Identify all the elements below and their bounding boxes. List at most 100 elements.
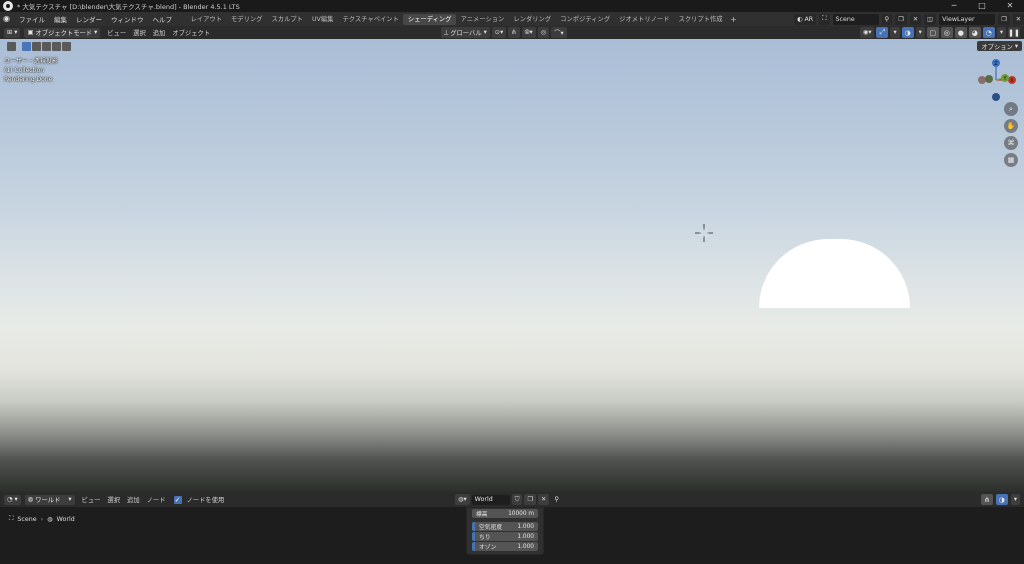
navigation-gizmo[interactable]: Z X Y xyxy=(976,59,1020,105)
select-intersect-icon[interactable] xyxy=(62,42,71,51)
blender-logo-icon xyxy=(3,1,13,11)
snap-toggle[interactable]: ⋔ xyxy=(980,494,993,505)
scene-pin-button[interactable]: ⚲ xyxy=(881,13,893,25)
minimize-button[interactable]: ─ xyxy=(940,0,968,12)
tab-animation[interactable]: アニメーション xyxy=(456,14,509,25)
shader-node-editor[interactable]: ⛶ Scene › ◍ World 標高 10000 m 空気密度 1.000 … xyxy=(0,507,1024,564)
world-pin-button[interactable]: ⚲ xyxy=(551,494,562,505)
menu-object[interactable]: オブジェクト xyxy=(172,28,210,37)
gizmo-neg-z-icon[interactable] xyxy=(992,93,1000,101)
ozone-density-field[interactable]: オゾン 1.000 xyxy=(472,542,538,551)
3d-viewport[interactable]: ユーザー・透視投影 (1) Collection Rendering Done … xyxy=(0,39,1024,492)
maximize-button[interactable]: □ xyxy=(968,0,996,12)
snap-dropdown[interactable]: ⦾▾ xyxy=(521,27,536,38)
shading-material-button[interactable]: ◕ xyxy=(968,27,981,38)
tab-modeling[interactable]: モデリング xyxy=(226,14,266,25)
shader-context-dropdown[interactable]: ◍ ワールド ▾ xyxy=(24,494,75,505)
gizmo-toggle[interactable]: ⤢ xyxy=(876,27,889,38)
editor-type-button[interactable]: ◔ ▾ xyxy=(4,494,21,505)
menu-node[interactable]: ノード xyxy=(147,495,166,504)
menu-view[interactable]: ビュー xyxy=(107,28,126,37)
use-nodes-checkbox[interactable]: ✓ xyxy=(173,495,182,504)
world-copy-button[interactable]: ❐ xyxy=(524,494,537,505)
overlay-toggle[interactable]: ◑ xyxy=(901,27,914,38)
orientation-dropdown[interactable]: ⟂ グローバル ▾ xyxy=(441,27,490,38)
shading-rendered-button[interactable]: ◔ xyxy=(982,27,995,38)
menu-select[interactable]: 選択 xyxy=(133,28,146,37)
dust-density-field[interactable]: ちり 1.000 xyxy=(472,532,538,541)
editor-type-button[interactable]: ⊞ ▾ xyxy=(4,27,21,38)
world-fake-user-button[interactable]: ⛉ xyxy=(511,494,523,505)
gizmo-neg-y-icon[interactable] xyxy=(985,75,993,83)
viewlayer-copy-button[interactable]: ❐ xyxy=(998,13,1010,25)
scene-type-button[interactable]: ⛶ xyxy=(819,13,830,25)
scene-delete-button[interactable]: ✕ xyxy=(909,13,922,25)
close-icon: ✕ xyxy=(1015,15,1021,23)
shading-wireframe-button[interactable]: ◎ xyxy=(940,27,953,38)
viewlayer-name-field[interactable]: ViewLayer xyxy=(939,13,996,25)
camera-view-icon[interactable]: ⌘ xyxy=(1004,136,1018,150)
world-browse-button[interactable]: ◍▾ xyxy=(455,494,470,505)
dust-density-label: ちり xyxy=(479,535,491,541)
sky-texture-node[interactable]: 標高 10000 m 空気密度 1.000 ちり 1.000 オゾン 1.000 xyxy=(466,507,544,555)
tab-layout[interactable]: レイアウト xyxy=(186,14,226,25)
menu-add[interactable]: 追加 xyxy=(127,495,140,504)
tab-shading[interactable]: シェーディング xyxy=(403,13,457,25)
xray-toggle[interactable]: ▢ xyxy=(926,27,939,38)
gizmo-neg-x-icon[interactable] xyxy=(978,76,986,84)
blender-menu-icon[interactable]: ◉ xyxy=(3,14,15,24)
world-name-field[interactable]: World xyxy=(471,494,510,505)
scene-copy-button[interactable]: ❐ xyxy=(895,13,907,25)
gizmo-x-label: X xyxy=(1010,78,1014,84)
options-dropdown[interactable]: オプション ▾ xyxy=(977,41,1022,51)
zoom-icon[interactable]: ⌕ xyxy=(1004,102,1018,116)
menu-select[interactable]: 選択 xyxy=(107,495,120,504)
sidebar-toggle[interactable]: ❚❚ xyxy=(1008,27,1020,38)
viewlayer-type-button[interactable]: ◫ xyxy=(924,13,937,25)
tab-compositing[interactable]: コンポジティング xyxy=(556,14,615,25)
pan-hand-icon[interactable]: ✋ xyxy=(1004,119,1018,133)
tab-texture-paint[interactable]: テクスチャペイント xyxy=(338,14,403,25)
perspective-grid-icon[interactable]: ▦ xyxy=(1004,153,1018,167)
proportional-edit-toggle[interactable]: ◎ xyxy=(537,27,550,38)
scene-name-field[interactable]: Scene xyxy=(832,13,879,25)
menu-window[interactable]: ウィンドウ xyxy=(111,14,144,24)
gizmo-dropdown[interactable]: ▾ xyxy=(890,27,900,38)
viewlayer-delete-button[interactable]: ✕ xyxy=(1012,13,1024,25)
air-density-field[interactable]: 空気密度 1.000 xyxy=(472,522,538,531)
select-new-icon[interactable] xyxy=(22,42,31,51)
menu-help[interactable]: ヘルプ xyxy=(153,14,173,24)
shading-dropdown[interactable]: ▾ xyxy=(996,27,1006,38)
altitude-field[interactable]: 標高 10000 m xyxy=(472,509,538,518)
menu-edit[interactable]: 編集 xyxy=(54,14,67,24)
ar-selector[interactable]: ◐ AR xyxy=(793,13,817,25)
tool-select-icon[interactable] xyxy=(7,42,16,51)
world-unlink-button[interactable]: ✕ xyxy=(538,494,550,505)
select-extend-icon[interactable] xyxy=(32,42,41,51)
add-workspace-button[interactable]: + xyxy=(727,14,740,25)
select-subtract-icon[interactable] xyxy=(42,42,51,51)
proportional-falloff-dropdown[interactable]: ⌒▾ xyxy=(551,27,567,38)
shading-solid-button[interactable]: ● xyxy=(954,27,967,38)
tab-sculpt[interactable]: スカルプト xyxy=(267,14,307,25)
3d-cursor-icon[interactable] xyxy=(695,224,713,242)
tab-geometry-nodes[interactable]: ジオメトリノード xyxy=(615,14,674,25)
overlay-dropdown[interactable]: ▾ xyxy=(1010,494,1020,505)
snap-toggle[interactable]: ⋔ xyxy=(508,27,520,38)
visibility-dropdown[interactable]: ◉▾ xyxy=(859,27,875,38)
orientation-label: グローバル xyxy=(450,30,482,37)
tab-uv-edit[interactable]: UV編集 xyxy=(307,14,338,25)
tab-scripting[interactable]: スクリプト作成 xyxy=(674,14,727,25)
overlay-toggle[interactable]: ◑ xyxy=(995,494,1008,505)
menu-file[interactable]: ファイル xyxy=(19,14,45,24)
mode-dropdown[interactable]: ▣ オブジェクトモード ▾ xyxy=(24,27,101,38)
menu-render[interactable]: レンダー xyxy=(76,14,102,24)
menu-add[interactable]: 追加 xyxy=(153,28,166,37)
select-invert-icon[interactable] xyxy=(52,42,61,51)
close-button[interactable]: ✕ xyxy=(996,0,1024,12)
pivot-dropdown[interactable]: ⊙▾ xyxy=(491,27,507,38)
menu-view[interactable]: ビュー xyxy=(82,495,101,504)
tab-rendering[interactable]: レンダリング xyxy=(509,14,556,25)
overlay-dropdown[interactable]: ▾ xyxy=(915,27,925,38)
sun-disc xyxy=(759,239,910,308)
